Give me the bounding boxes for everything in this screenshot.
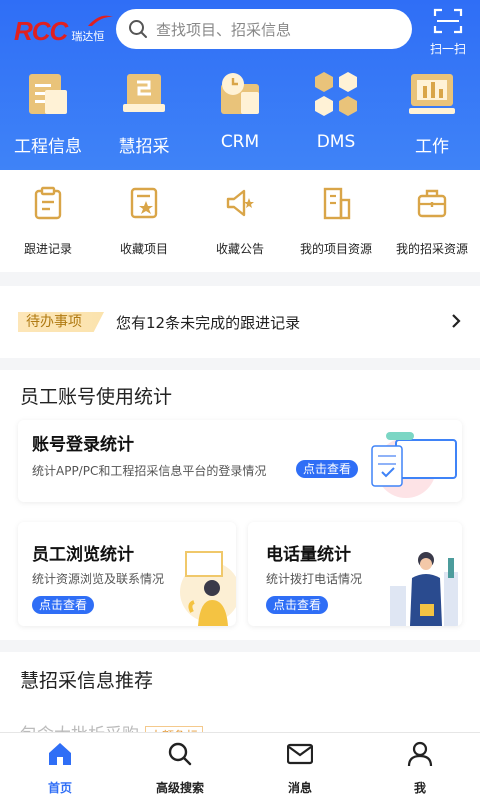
tab-label: 高级搜索 (155, 781, 204, 795)
header-banner: RCC 瑞达恒 查找项目、招采信息 扫一扫 工程信息 慧招采 CRM DMS 工… (0, 0, 480, 170)
phone-stats-card[interactable]: 电话量统计 统计拨打电话情况 点击查看 (248, 522, 462, 626)
rcc-logo: RCC 瑞达恒 (14, 15, 113, 47)
tab-messages[interactable]: 消息 (240, 733, 360, 800)
quick-label: 跟进记录 (23, 242, 72, 256)
quick-favorite-projects[interactable]: 收藏项目 (96, 170, 192, 272)
quick-links: 跟进记录 收藏项目 收藏公告 我的项目资源 我的招采资源 (0, 170, 480, 272)
topnav-label: 工程信息 (14, 137, 82, 157)
tab-me[interactable]: 我 (360, 733, 480, 800)
recommend-section: 慧招采信息推荐 包含大批析采购大额急标 (0, 652, 480, 745)
scan-button[interactable]: 扫一扫 (426, 8, 470, 57)
topnav-engineering-info[interactable]: 工程信息 (0, 70, 96, 160)
scan-label: 扫一扫 (429, 42, 466, 56)
megaphone-star-icon (226, 189, 254, 217)
tab-home[interactable]: 首页 (0, 733, 120, 800)
view-phone-stats-button[interactable]: 点击查看 (266, 596, 329, 614)
clipboard-icon (34, 186, 62, 220)
topnav-crm[interactable]: CRM (192, 70, 288, 160)
topnav-dms[interactable]: DMS (288, 70, 384, 160)
card-title: 电话量统计 (266, 545, 351, 565)
clock-folder-icon (221, 73, 259, 114)
user-icon (407, 741, 433, 767)
browse-stats-card[interactable]: 员工浏览统计 统计资源浏览及联系情况 点击查看 (18, 522, 236, 626)
quick-label: 我的招采资源 (395, 242, 468, 256)
hexagon-network-icon (315, 72, 357, 116)
document-icon (29, 74, 67, 114)
tab-advanced-search[interactable]: 高级搜索 (120, 733, 240, 800)
logo-swoosh-icon (88, 15, 113, 26)
topnav-label: CRM (220, 132, 260, 152)
quick-label: 收藏项目 (119, 242, 168, 256)
chevron-right-icon (452, 314, 461, 328)
login-stats-card[interactable]: 账号登录统计 统计APP/PC和工程招采信息平台的登录情况 点击查看 (18, 420, 462, 502)
section-title: 慧招采信息推荐 (20, 670, 154, 692)
woman-illustration-icon (180, 551, 236, 626)
briefcase-icon (417, 189, 447, 218)
card-title: 账号登录统计 (32, 435, 134, 455)
section-title: 员工账号使用统计 (20, 386, 173, 408)
scan-icon (433, 8, 463, 34)
search-placeholder: 查找项目、招采信息 (156, 20, 292, 39)
topnav-work[interactable]: 工作 (384, 70, 480, 160)
topnav-smart-procurement[interactable]: 慧招采 (96, 70, 192, 160)
topnav-label: DMS (316, 132, 356, 152)
todo-tag: 待办事项 (18, 312, 104, 332)
view-browse-stats-button[interactable]: 点击查看 (32, 596, 95, 614)
chart-board-icon (409, 74, 455, 114)
certificate-icon (123, 74, 165, 112)
quick-follow-up-records[interactable]: 跟进记录 (0, 170, 96, 272)
home-icon (49, 743, 71, 765)
quick-my-procurement-resources[interactable]: 我的招采资源 (384, 170, 480, 272)
mail-icon (286, 743, 314, 765)
card-desc: 统计APP/PC和工程招采信息平台的登录情况 (32, 464, 267, 478)
quick-favorite-announcements[interactable]: 收藏公告 (192, 170, 288, 272)
star-bookmark-icon (130, 187, 158, 219)
tab-label: 首页 (47, 781, 72, 795)
quick-my-project-resources[interactable]: 我的项目资源 (288, 170, 384, 272)
card-title: 员工浏览统计 (32, 545, 134, 565)
building-icon (323, 187, 351, 220)
bottom-tab-bar: 首页 高级搜索 消息 我 (0, 732, 480, 800)
usage-stats-section: 员工账号使用统计 账号登录统计 统计APP/PC和工程招采信息平台的登录情况 点… (0, 370, 480, 640)
tab-label: 消息 (287, 781, 312, 795)
card-desc: 统计拨打电话情况 (266, 572, 363, 586)
todo-text: 您有12条未完成的跟进记录 (116, 313, 301, 332)
search-icon (129, 20, 147, 38)
businessman-illustration-icon (390, 552, 458, 626)
logo-chinese-name: 瑞达恒 (71, 30, 105, 43)
top-nav: 工程信息 慧招采 CRM DMS 工作 (0, 70, 480, 160)
tab-label: 我 (413, 781, 426, 795)
logo-text: RCC (14, 16, 68, 46)
topnav-label: 工作 (415, 137, 449, 157)
search-icon (168, 742, 192, 766)
search-input[interactable]: 查找项目、招采信息 (116, 9, 412, 49)
view-login-stats-button[interactable]: 点击查看 (296, 460, 359, 478)
topnav-label: 慧招采 (118, 137, 170, 157)
card-desc: 统计资源浏览及联系情况 (32, 572, 165, 586)
todo-banner[interactable]: 待办事项 您有12条未完成的跟进记录 (0, 286, 480, 358)
quick-label: 收藏公告 (215, 242, 264, 256)
login-illustration-icon (371, 432, 457, 498)
quick-label: 我的项目资源 (299, 242, 372, 256)
